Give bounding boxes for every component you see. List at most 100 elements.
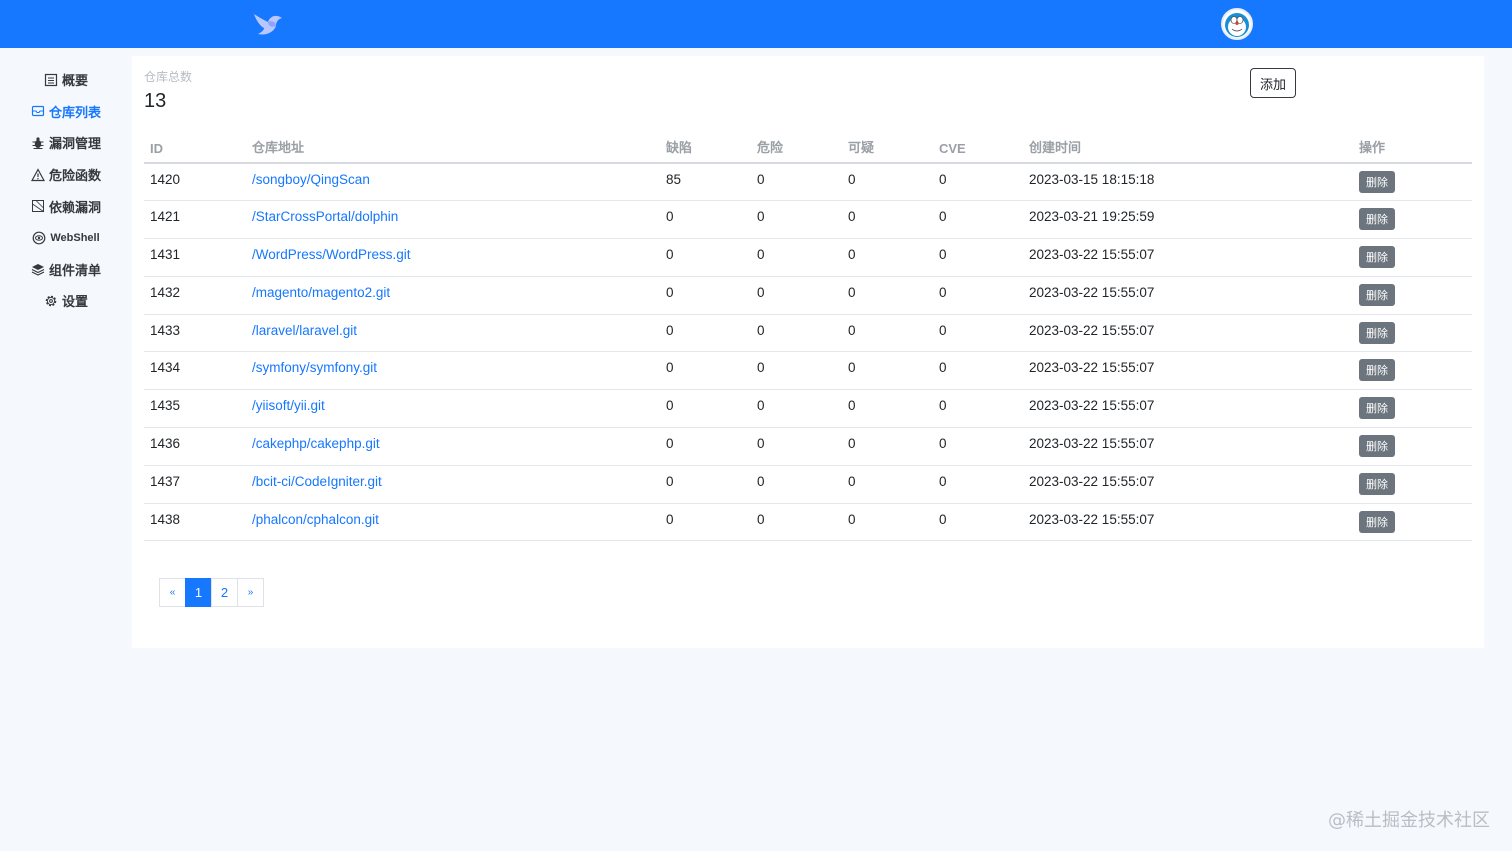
delete-button[interactable]: 删除 (1359, 208, 1395, 231)
cell-id: 1435 (144, 389, 246, 429)
pagination-next[interactable]: » (237, 578, 264, 607)
repo-link[interactable]: /bcit-ci/CodeIgniter.git (252, 474, 382, 489)
sidebar-item-settings[interactable]: 设置 (0, 285, 132, 317)
sidebar-item-components[interactable]: 组件清单 (0, 254, 132, 286)
cell-created: 2023-03-22 15:55:07 (1023, 389, 1353, 429)
cell-repo: /WordPress/WordPress.git (246, 238, 660, 277)
pagination-page-1[interactable]: 1 (185, 578, 212, 607)
sidebar-item-label: 概要 (61, 73, 88, 89)
sidebar-item-vulns[interactable]: 漏洞管理 (0, 127, 132, 159)
sidebar-item-webshell[interactable]: WebShell (0, 222, 132, 254)
repo-link[interactable]: /songboy/QingScan (252, 172, 370, 187)
pagination: « 1 2 » (159, 578, 264, 607)
repo-link[interactable]: /WordPress/WordPress.git (252, 247, 411, 262)
cell-defect: 0 (660, 276, 751, 315)
cell-danger: 0 (751, 503, 842, 542)
cell-suspicious: 0 (842, 389, 933, 429)
sidebar-item-label: 组件清单 (48, 262, 101, 278)
delete-button[interactable]: 删除 (1359, 397, 1395, 420)
sidebar-item-label: 依赖漏洞 (48, 199, 101, 215)
column-header-created: 创建时间 (1023, 136, 1353, 164)
cell-repo: /StarCrossPortal/dolphin (246, 200, 660, 240)
cell-danger: 0 (751, 314, 842, 353)
warning-icon (30, 167, 45, 181)
repo-link[interactable]: /magento/magento2.git (252, 285, 390, 300)
user-avatar[interactable] (1221, 8, 1253, 40)
table-header-row: ID 仓库地址 缺陷 危险 可疑 CVE 创建时间 操作 (144, 136, 1472, 164)
table-row: 1431/WordPress/WordPress.git 0 0 0 0 2023-03-… (144, 238, 1472, 277)
delete-button[interactable]: 删除 (1359, 321, 1395, 344)
delete-button[interactable]: 删除 (1359, 435, 1395, 458)
table-row: 1437/bcit-ci/CodeIgniter.git 0 0 0 0 2023-03-… (144, 465, 1472, 504)
delete-button[interactable]: 删除 (1359, 359, 1395, 382)
pagination-prev[interactable]: « (159, 578, 186, 607)
layers-icon (31, 264, 45, 277)
repo-table: ID 仓库地址 缺陷 危险 可疑 CVE 创建时间 操作 1420/songbo… (144, 136, 1472, 542)
cell-actions: 删除 (1353, 163, 1472, 202)
repo-link[interactable]: /laravel/laravel.git (252, 323, 357, 338)
cell-danger: 0 (751, 200, 842, 240)
delete-button[interactable]: 删除 (1359, 283, 1395, 306)
table-row: 1432/magento/magento2.git 0 0 0 0 2023-03-22 … (144, 276, 1472, 315)
cell-id: 1420 (144, 163, 246, 202)
delete-button[interactable]: 删除 (1359, 472, 1395, 495)
delete-button[interactable]: 删除 (1359, 171, 1395, 193)
sidebar-item-dependency-vulns[interactable]: 依赖漏洞 (0, 190, 132, 222)
repo-link[interactable]: /cakephp/cakephp.git (252, 436, 380, 451)
cell-created: 2023-03-15 18:15:18 (1023, 163, 1353, 202)
cell-actions: 删除 (1353, 503, 1472, 542)
repo-link[interactable]: /StarCrossPortal/dolphin (252, 209, 398, 224)
repo-link[interactable]: /yiisoft/yii.git (252, 398, 325, 413)
bird-logo-icon[interactable] (252, 10, 284, 38)
table-row: 1434/symfony/symfony.git 0 0 0 0 2023-03-22 1… (144, 351, 1472, 391)
gear-icon (45, 295, 57, 307)
repo-count-label: 仓库总数 (144, 70, 193, 84)
cell-repo: /bcit-ci/CodeIgniter.git (246, 465, 660, 504)
repo-link[interactable]: /symfony/symfony.git (252, 360, 377, 375)
watermark: @稀土掘金技术社区 (1328, 810, 1490, 831)
sidebar-item-overview[interactable]: 概要 (0, 64, 132, 96)
top-navbar (0, 0, 1512, 48)
cell-cve: 0 (933, 351, 1023, 391)
cell-cve: 0 (933, 238, 1023, 277)
delete-button[interactable]: 删除 (1359, 510, 1395, 533)
cell-created: 2023-03-22 15:55:07 (1023, 427, 1353, 466)
cell-created: 2023-03-22 15:55:07 (1023, 238, 1353, 277)
cell-danger: 0 (751, 389, 842, 429)
cell-actions: 删除 (1353, 314, 1472, 353)
repo-link[interactable]: /phalcon/cphalcon.git (252, 512, 379, 527)
inbox-icon (31, 106, 45, 117)
cell-actions: 删除 (1353, 389, 1472, 429)
cell-defect: 0 (660, 351, 751, 391)
cell-suspicious: 0 (842, 503, 933, 542)
eye-icon (32, 231, 46, 245)
sidebar-item-repos[interactable]: 仓库列表 (0, 96, 132, 128)
cell-danger: 0 (751, 238, 842, 277)
sidebar-item-label: 设置 (61, 294, 88, 310)
cell-actions: 删除 (1353, 276, 1472, 315)
table-row: 1438/phalcon/cphalcon.git 0 0 0 0 2023-03-22 … (144, 503, 1472, 542)
sidebar-item-dangerous-functions[interactable]: 危险函数 (0, 159, 132, 191)
cell-id: 1432 (144, 276, 246, 315)
cell-actions: 删除 (1353, 427, 1472, 466)
cell-danger: 0 (751, 276, 842, 315)
column-header-defect: 缺陷 (660, 136, 751, 164)
delete-button[interactable]: 删除 (1359, 246, 1395, 269)
cell-id: 1421 (144, 200, 246, 240)
column-header-cve: CVE (933, 136, 1023, 164)
cell-cve: 0 (933, 163, 1023, 202)
cell-created: 2023-03-22 15:55:07 (1023, 351, 1353, 391)
cell-defect: 0 (660, 389, 751, 429)
cell-created: 2023-03-21 19:25:59 (1023, 200, 1353, 240)
cell-id: 1438 (144, 503, 246, 542)
add-repo-button[interactable]: 添加 (1250, 68, 1296, 98)
cell-actions: 删除 (1353, 200, 1472, 240)
column-header-suspicious: 可疑 (842, 136, 933, 164)
cell-repo: /magento/magento2.git (246, 276, 660, 315)
cell-id: 1437 (144, 465, 246, 504)
table-row: 1420/songboy/QingScan 85 0 0 0 2023-03-15 18:… (144, 163, 1472, 202)
cell-id: 1433 (144, 314, 246, 353)
cell-id: 1436 (144, 427, 246, 466)
pagination-page-2[interactable]: 2 (211, 578, 238, 607)
table-row: 1421/StarCrossPortal/dolphin 0 0 0 0 2023-03-… (144, 200, 1472, 240)
